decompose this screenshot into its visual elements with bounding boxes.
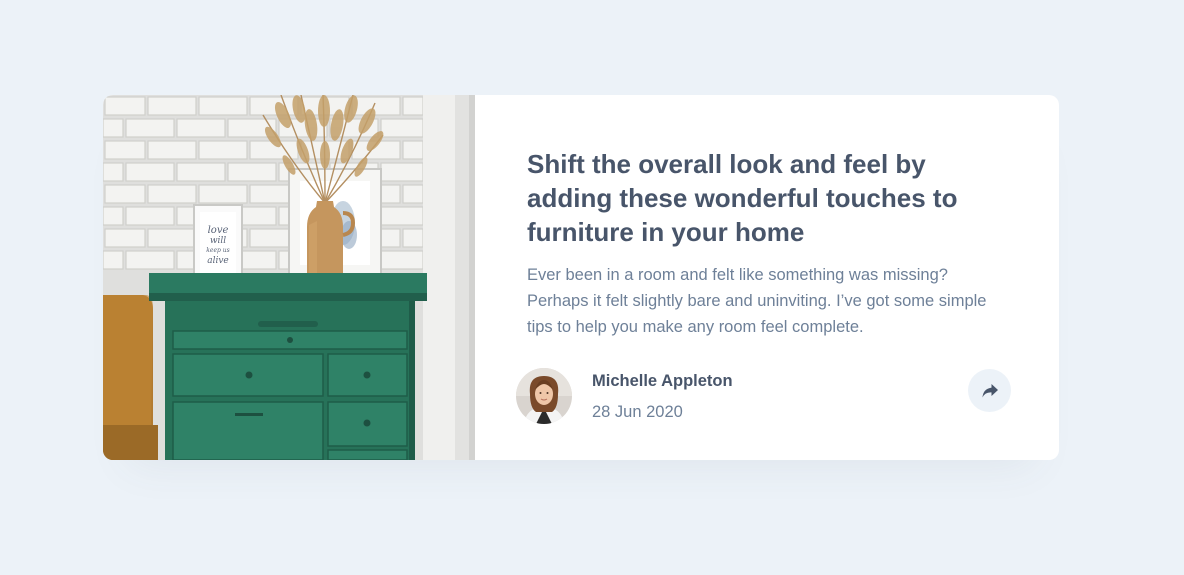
author-avatar: [516, 368, 572, 424]
publish-date: 28 Jun 2020: [592, 402, 683, 421]
svg-text:alive: alive: [207, 256, 229, 266]
author-info: Michelle Appleton 28 Jun 2020: [516, 368, 733, 424]
share-arrow-icon: [982, 383, 998, 398]
author-name: Michelle Appleton: [592, 371, 733, 390]
article-preview-card: love will keep us alive Shift the overal…: [103, 95, 1059, 460]
share-button[interactable]: [968, 369, 1011, 412]
svg-text:love: love: [208, 225, 229, 236]
svg-text:keep us: keep us: [206, 247, 229, 254]
article-image: love will keep us alive: [103, 95, 475, 460]
article-content: Shift the overall look and feel by addin…: [475, 95, 1059, 460]
svg-text:will: will: [210, 236, 226, 246]
article-title[interactable]: Shift the overall look and feel by addin…: [527, 147, 987, 249]
article-excerpt: Ever been in a room and felt like someth…: [527, 266, 987, 336]
